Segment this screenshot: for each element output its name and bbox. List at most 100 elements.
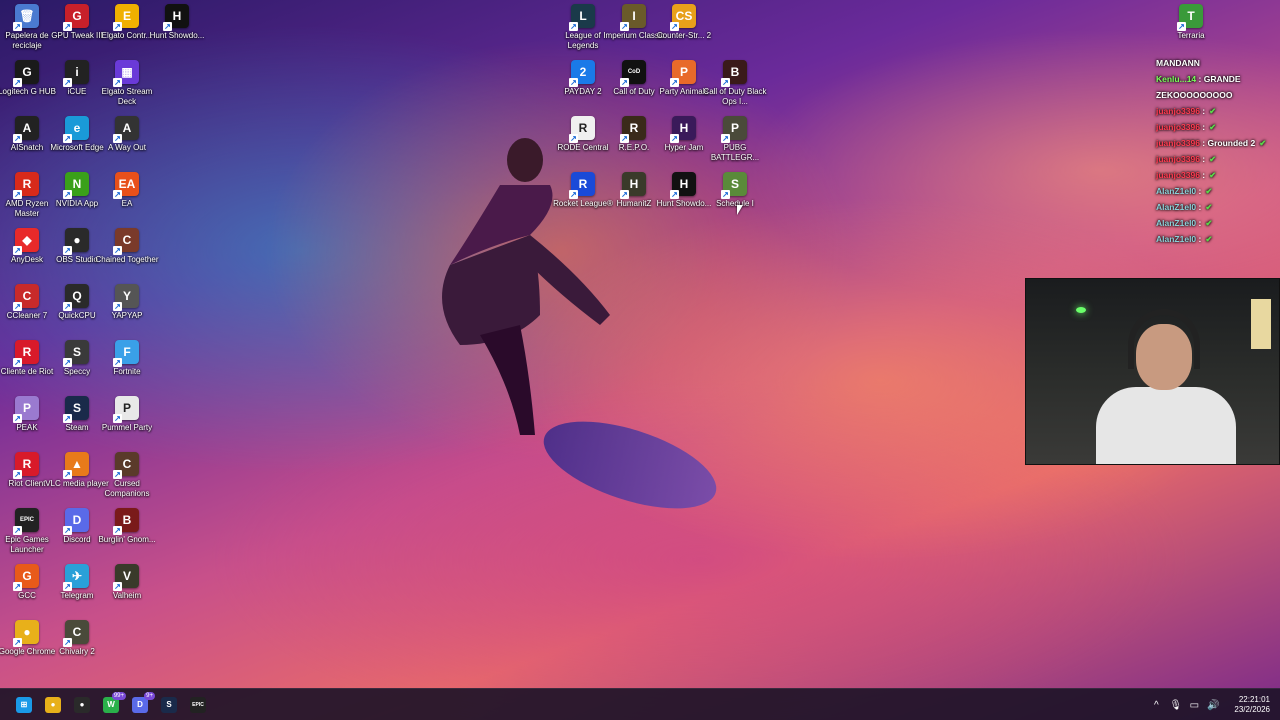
app-icon: R — [13, 452, 39, 479]
desktop-icon-league-of-legends[interactable]: LLeague of Legends — [556, 4, 610, 51]
chat-username: AlanZ1el0 — [1156, 218, 1197, 228]
desktop-icon-pubg-battlegr[interactable]: PPUBG BATTLEGR... — [708, 116, 762, 163]
display-icon[interactable]: ▭ — [1188, 700, 1200, 711]
app-icon: G — [13, 564, 39, 591]
app-icon: ◆ — [13, 228, 39, 255]
desktop-icon-schedule-i[interactable]: SSchedule I — [708, 172, 762, 209]
app-icon: C — [13, 284, 39, 311]
checkmark-icon: ✔ — [1209, 122, 1217, 132]
chat-username: juanjo3396 — [1156, 154, 1200, 164]
checkmark-icon: ✔ — [1205, 234, 1213, 244]
chat-username: Kenlu...14 — [1156, 74, 1197, 84]
app-icon: L — [569, 4, 595, 31]
taskbar-chrome-button[interactable]: ● — [40, 692, 66, 718]
stream-chat-overlay: MANDANN Kenlu...14 : GRANDE ZEKOOOOOOOOO ju… — [1156, 55, 1280, 247]
desktop-icon-terraria[interactable]: TTerraria — [1164, 4, 1218, 41]
chat-username: ZEKOOOOOOOOO — [1156, 90, 1233, 100]
desktop-icon-a-way-out[interactable]: AA Way Out — [100, 116, 154, 153]
app-icon: P — [113, 396, 139, 423]
taskbar-steam-button[interactable]: S — [156, 692, 182, 718]
chat-username: juanjo3396 — [1156, 122, 1200, 132]
taskbar-discord-button[interactable]: D 9+ — [127, 691, 155, 718]
taskbar-epic-button[interactable]: EPIC — [185, 692, 211, 718]
app-icon: P — [13, 396, 39, 423]
desktop-icon-chained-together[interactable]: CChained Together — [95, 228, 159, 265]
desktop-icon-label: Valheim — [112, 591, 142, 600]
checkmark-icon: ✔ — [1205, 218, 1213, 228]
taskbar-obs-button[interactable]: ● — [69, 692, 95, 718]
desktop-icon-yapyap[interactable]: YYAPYAP — [100, 284, 154, 321]
webcam-person-shirt — [1096, 387, 1236, 464]
taskbar-whatsapp-button[interactable]: W 99+ — [98, 691, 126, 718]
desktop-icon-pummel-party[interactable]: PPummel Party — [100, 396, 154, 433]
app-icon: EPIC — [13, 508, 39, 535]
chat-username: juanjo3396 — [1156, 106, 1200, 116]
chat-text: : — [1199, 106, 1206, 116]
chevron-up-icon[interactable]: ^ — [1150, 700, 1162, 711]
app-icon: H — [670, 172, 696, 199]
webcam-green-light — [1076, 307, 1086, 313]
chat-username: juanjo3396 — [1156, 138, 1200, 148]
desktop-icon-epic-games-launcher[interactable]: EPICEpic Games Launcher — [0, 508, 54, 555]
epic-icon: EPIC — [190, 696, 206, 713]
desktop-icon-burglin-gnom[interactable]: BBurglin' Gnom... — [98, 508, 156, 545]
taskbar-clock[interactable]: 22:21:01 23/2/2026 — [1234, 695, 1270, 715]
system-tray: ^ 🎙 ▭ 🔊 22:21:01 23/2/2026 — [1150, 689, 1270, 720]
clock-time: 22:21:01 — [1238, 695, 1270, 704]
notification-badge: 9+ — [144, 691, 155, 700]
app-icon: V — [113, 564, 139, 591]
speaker-icon[interactable]: 🔊 — [1207, 700, 1219, 711]
app-icon: 2 — [569, 60, 595, 87]
obs-icon: ● — [74, 696, 90, 713]
desktop-icon-cursed-companions[interactable]: CCursed Companions — [100, 452, 154, 499]
desktop-icon-counter-str-2[interactable]: CSCounter-Str... 2 — [657, 4, 711, 41]
desktop-icon-valheim[interactable]: VValheim — [100, 564, 154, 601]
taskbar-pinned-apps: ⊞ ● ● W 99+ D 9+ S EPIC — [8, 691, 211, 718]
desktop-icon-amd-ryzen-master[interactable]: RAMD Ryzen Master — [0, 172, 54, 219]
desktop-icon-papelera-de-reciclaje[interactable]: 🗑Papelera de reciclaje — [0, 4, 54, 51]
microphone-icon[interactable]: 🎙 — [1169, 700, 1182, 711]
chat-message: juanjo3396 : ✔ — [1156, 103, 1280, 119]
app-icon: S — [63, 396, 89, 423]
app-icon: ● — [13, 620, 39, 647]
chat-message: juanjo3396 : ✔ — [1156, 167, 1280, 183]
chat-username: juanjo3396 — [1156, 170, 1200, 180]
chat-message: ZEKOOOOOOOOO — [1156, 87, 1280, 103]
app-icon: A — [13, 116, 39, 143]
desktop-icon-hunt-showdo[interactable]: HHunt Showdo... — [150, 4, 204, 41]
chat-text: : — [1199, 170, 1206, 180]
app-icon: EA — [113, 172, 139, 199]
notification-badge: 99+ — [111, 691, 126, 700]
desktop-icon-label: Counter-Str... 2 — [656, 31, 712, 40]
chat-message: AlanZ1el0 : ✔ — [1156, 183, 1280, 199]
desktop-icon-label: Schedule I — [716, 199, 754, 208]
desktop-icon-label: Fortnite — [113, 367, 141, 376]
app-icon: Y — [113, 284, 139, 311]
app-icon: H — [670, 116, 696, 143]
taskbar-start-button[interactable]: ⊞ — [11, 692, 37, 718]
taskbar: ⊞ ● ● W 99+ D 9+ S EPIC ^ 🎙 ▭ 🔊 22:21:01 23/2/20… — [0, 688, 1280, 720]
desktop-icon-ea[interactable]: EAEA — [100, 172, 154, 209]
app-icon: H — [620, 172, 646, 199]
app-icon: S — [721, 172, 747, 199]
desktop-icon-chivalry-2[interactable]: CChivalry 2 — [50, 620, 104, 657]
checkmark-icon: ✔ — [1205, 186, 1213, 196]
app-icon: CS — [670, 4, 696, 31]
app-icon: S — [63, 340, 89, 367]
app-icon: ▲ — [63, 452, 89, 479]
desktop-icon-call-of-duty-black-ops-i[interactable]: BCall of Duty Black Ops I... — [703, 60, 767, 107]
chat-username: AlanZ1el0 — [1156, 186, 1197, 196]
checkmark-icon: ✔ — [1259, 138, 1267, 148]
desktop-icon-fortnite[interactable]: FFortnite — [100, 340, 154, 377]
chat-text: : — [1196, 234, 1202, 244]
app-icon: G — [63, 4, 89, 31]
desktop-icon-label: Pummel Party — [101, 423, 153, 432]
app-icon: H — [163, 4, 189, 31]
app-icon: I — [620, 4, 646, 31]
checkmark-icon: ✔ — [1205, 202, 1213, 212]
chat-text: : — [1199, 154, 1206, 164]
app-icon: D — [63, 508, 89, 535]
desktop-icon-elgato-stream-deck[interactable]: ▦Elgato Stream Deck — [100, 60, 154, 107]
chat-text: : — [1196, 186, 1202, 196]
checkmark-icon: ✔ — [1209, 170, 1217, 180]
